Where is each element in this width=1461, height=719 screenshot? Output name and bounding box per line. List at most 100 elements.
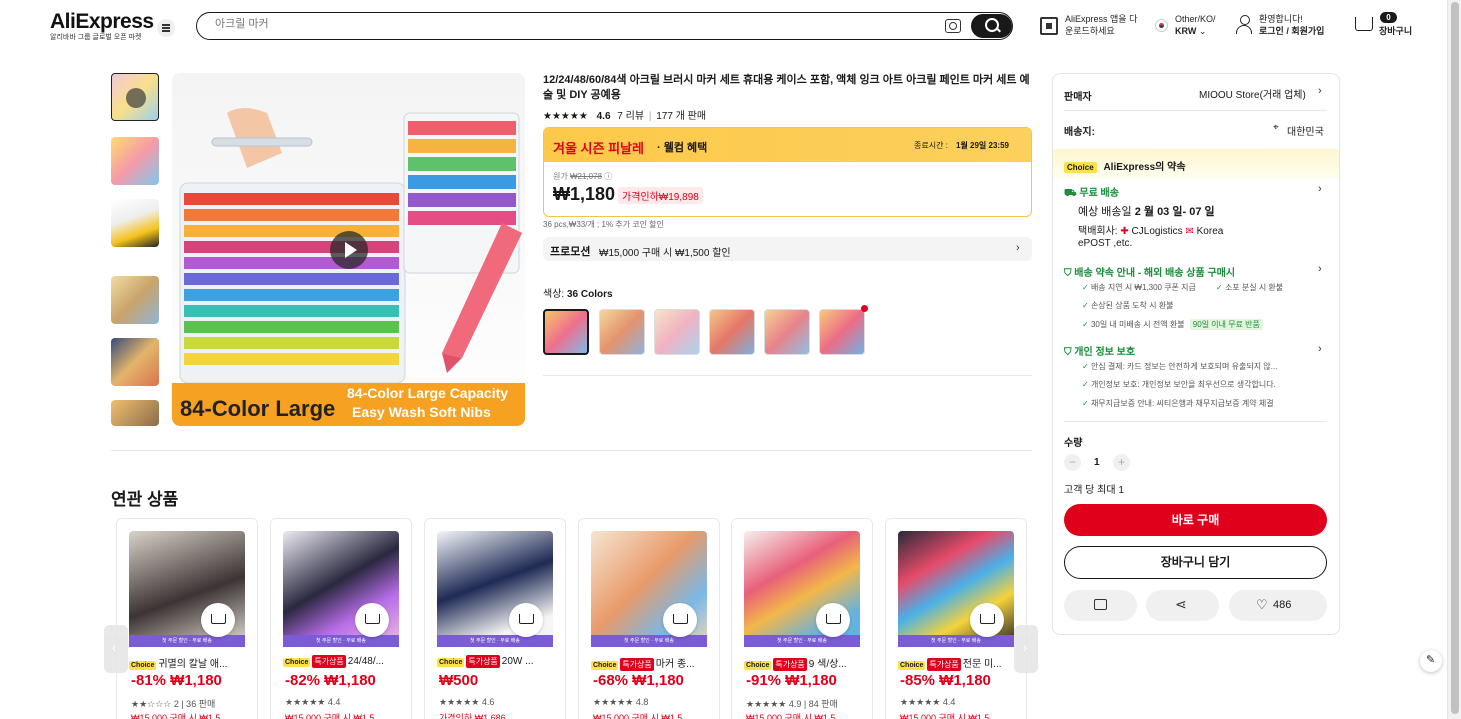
rating-row[interactable]: ★★★★★ 4.6 7 리뷰 | 177 개 판매 (543, 107, 706, 122)
color-option-3[interactable] (654, 309, 700, 355)
add-cart-icon[interactable] (970, 603, 1004, 637)
privacy-title: 개인 정보 보호 (1074, 347, 1136, 358)
guarantee-item: ✓ 소포 분실 시 환불 (1216, 282, 1283, 293)
thumbnail-3[interactable] (111, 199, 159, 247)
add-cart-icon[interactable] (509, 603, 543, 637)
product-name-text: 마커 종... (655, 659, 695, 670)
app-download-link[interactable]: AliExpress 앱을 다 운로드하세요 (1065, 13, 1137, 37)
guarantee-row[interactable]: ⛉ 배송 약속 안내 - 해외 배송 상품 구매시 (1064, 264, 1235, 279)
thumbnail-4[interactable] (111, 276, 159, 324)
rating-stars: ★★★★★ (543, 111, 588, 122)
carousel-next-button[interactable]: › (1014, 625, 1038, 673)
guarantee-text: 배송 지연 시 ₩1,300 쿠폰 지급 (1090, 283, 1196, 292)
sale-header: 겨울 시즌 피날레 · 웰컴 혜택 종료시간 : 1월 29일 23:59 (544, 128, 1031, 162)
eta-row: 예상 배송일 2 월 03 일- 07 일 (1078, 203, 1215, 219)
related-card[interactable]: 첫 주문 할인 · 무료 배송 Choice 특가상품 전문 미... -85% ₩… (885, 518, 1027, 719)
buy-now-button[interactable]: 바로 구매 (1064, 504, 1327, 536)
add-cart-icon[interactable] (816, 603, 850, 637)
share-button[interactable]: ⋖ (1146, 590, 1219, 621)
guarantee-text: 손상된 상품 도착 시 환불 (1090, 301, 1174, 310)
page-scrollbar[interactable] (1447, 0, 1461, 719)
add-to-cart-button[interactable]: 장바구니 담기 (1064, 546, 1327, 579)
locale-selector[interactable]: Other/KO/ KRW ⌄ (1175, 13, 1216, 37)
guarantee-title: 배송 약속 안내 - 해외 배송 상품 구매시 (1074, 268, 1236, 279)
product-name-text: 24/48/... (347, 656, 384, 667)
promotion-bar[interactable]: 프로모션 ₩15,000 구매 시 ₩1,500 할인 › (543, 237, 1032, 261)
seller-name[interactable]: MIOOU Store(거래 업체) (1199, 86, 1306, 101)
thumbnail-2[interactable] (111, 137, 159, 185)
quantity-value[interactable]: 1 (1094, 457, 1100, 468)
user-icon[interactable] (1236, 15, 1252, 35)
guarantee-text: 소포 분실 시 환불 (1224, 283, 1284, 292)
related-card[interactable]: 첫 주문 할인 · 무료 배송 Choice 특가상품 20W ... ₩500 ★… (424, 518, 566, 719)
promo-strip: 첫 주문 할인 · 무료 배송 (591, 635, 707, 647)
app-download-line2: 운로드하세요 (1065, 26, 1115, 36)
store-button[interactable] (1064, 590, 1137, 621)
menu-icon[interactable] (157, 19, 175, 37)
thumbnail-5[interactable] (111, 338, 159, 386)
search-button[interactable] (971, 14, 1012, 38)
login-signup-link[interactable]: 로그인 / 회원가입 (1259, 25, 1324, 37)
sale-title: 겨울 시즌 피날레 (553, 141, 644, 156)
review-count[interactable]: 7 리뷰 (617, 111, 644, 122)
add-cart-icon[interactable] (355, 603, 389, 637)
related-card[interactable]: 첫 주문 할인 · 무료 배송 Choice 특가상품 9 색/상... -91% … (731, 518, 873, 719)
original-label: 원가 (553, 172, 568, 181)
color-option-6[interactable] (819, 309, 865, 355)
scrollbar-thumb[interactable] (1451, 2, 1459, 714)
thumbnail-6[interactable] (111, 400, 159, 426)
camera-search-icon[interactable] (945, 19, 961, 33)
image-banner-left: 84-Color Large (180, 396, 335, 421)
chevron-left-icon: ‹ (112, 640, 117, 655)
promo-strip: 첫 주문 할인 · 무료 배송 (437, 635, 553, 647)
product-rating: ★★★★★ 4.8 (593, 697, 649, 707)
pencil-glyph: ✎ (1426, 654, 1436, 666)
epost-logo-icon: ✉ (1185, 226, 1194, 237)
check-icon: ✓ (1082, 301, 1089, 310)
related-card[interactable]: 첫 주문 할인 · 무료 배송 Choice 특가상품 마커 종... -68% ₩… (578, 518, 720, 719)
store-icon (1094, 599, 1107, 610)
product-name-text: 전문 미... (962, 659, 1002, 670)
plus-icon[interactable]: + (1113, 454, 1130, 471)
cart-count-badge: 0 (1380, 12, 1397, 23)
discount-badge: 가격인하₩19,898 (618, 187, 703, 204)
color-option-36[interactable] (543, 309, 589, 355)
edit-icon[interactable]: ✎ (1420, 650, 1442, 672)
color-option-5[interactable] (764, 309, 810, 355)
choice-badge: Choice (1064, 162, 1097, 173)
info-icon[interactable]: ⓘ (604, 172, 612, 181)
rating-value: 4.6 (596, 111, 611, 122)
chevron-right-icon: › (1023, 640, 1028, 655)
privacy-row[interactable]: ⛉ 개인 정보 보호 (1064, 343, 1135, 358)
account-link[interactable]: 환영합니다! 로그인 / 회원가입 (1259, 13, 1324, 37)
guarantee-item: ✓ 배송 지연 시 ₩1,300 쿠폰 지급 (1082, 282, 1196, 293)
logo-subtitle: 알리바바 그룹 글로벌 오픈 마켓 (50, 34, 142, 41)
chevron-right-icon: › (1016, 242, 1020, 254)
search-input[interactable] (215, 18, 915, 30)
heart-icon: ♡ (1256, 597, 1268, 612)
ship-to-country[interactable]: 대한민국 (1287, 123, 1324, 138)
related-card[interactable]: 첫 주문 할인 · 무료 배송 Choice 귀멸의 칼날 애... -81% ₩… (116, 518, 258, 719)
cart-icon[interactable] (1355, 17, 1373, 31)
product-coupon: ₩15,000 구매 시 ₩1,5 (593, 713, 683, 719)
add-cart-icon[interactable] (663, 603, 697, 637)
divider (543, 375, 1032, 376)
cart-label[interactable]: 장바구니 (1379, 25, 1412, 37)
thumbnail-video[interactable] (111, 73, 159, 121)
minus-icon[interactable]: − (1064, 454, 1081, 471)
wishlist-button[interactable]: ♡ 486 (1229, 590, 1327, 621)
carrier-row: 택배회사: ✚ CJLogistics ✉ Korea (1078, 222, 1223, 237)
eta-label: 예상 배송일 (1078, 206, 1132, 218)
color-option-4[interactable] (709, 309, 755, 355)
aliexpress-logo[interactable]: AliExpress (50, 10, 154, 34)
play-icon[interactable] (330, 231, 368, 269)
qr-icon[interactable] (1040, 17, 1058, 35)
free-shipping-row[interactable]: ⛟ 무료 배송 (1064, 184, 1119, 201)
carousel-prev-button[interactable]: ‹ (104, 625, 128, 673)
add-cart-icon[interactable] (201, 603, 235, 637)
product-rating: ★★★★★ 4.9 | 84 판매 (746, 699, 838, 709)
related-card[interactable]: 첫 주문 할인 · 무료 배송 Choice 특가상품 24/48/... -82%… (270, 518, 412, 719)
deal-tag: 특가상품 (312, 655, 346, 668)
image-banner-right1: 84-Color Large Capacity (347, 385, 508, 401)
color-option-2[interactable] (599, 309, 645, 355)
